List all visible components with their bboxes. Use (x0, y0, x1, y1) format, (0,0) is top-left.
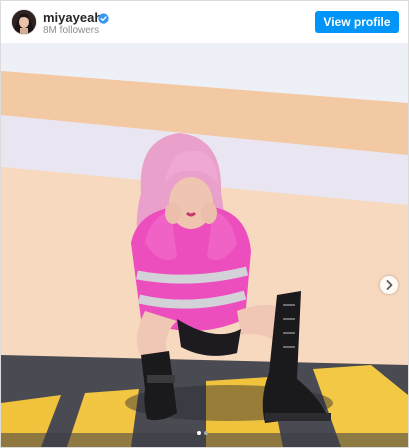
follower-count: 8M followers (43, 25, 100, 36)
carousel-next-button[interactable] (380, 276, 398, 294)
verified-badge-icon (98, 11, 109, 24)
avatar[interactable] (11, 9, 37, 35)
photo-illustration (1, 43, 408, 447)
carousel-dot[interactable] (197, 431, 201, 435)
carousel-dot[interactable] (204, 431, 208, 435)
instagram-embed-card: miyayeah 8M followers View profile (0, 0, 409, 448)
chevron-right-icon (386, 280, 393, 290)
view-profile-button[interactable]: View profile (315, 11, 399, 33)
username[interactable]: miyayeah (43, 10, 102, 25)
post-photo[interactable] (1, 43, 408, 447)
post-header: miyayeah 8M followers View profile (1, 1, 408, 43)
